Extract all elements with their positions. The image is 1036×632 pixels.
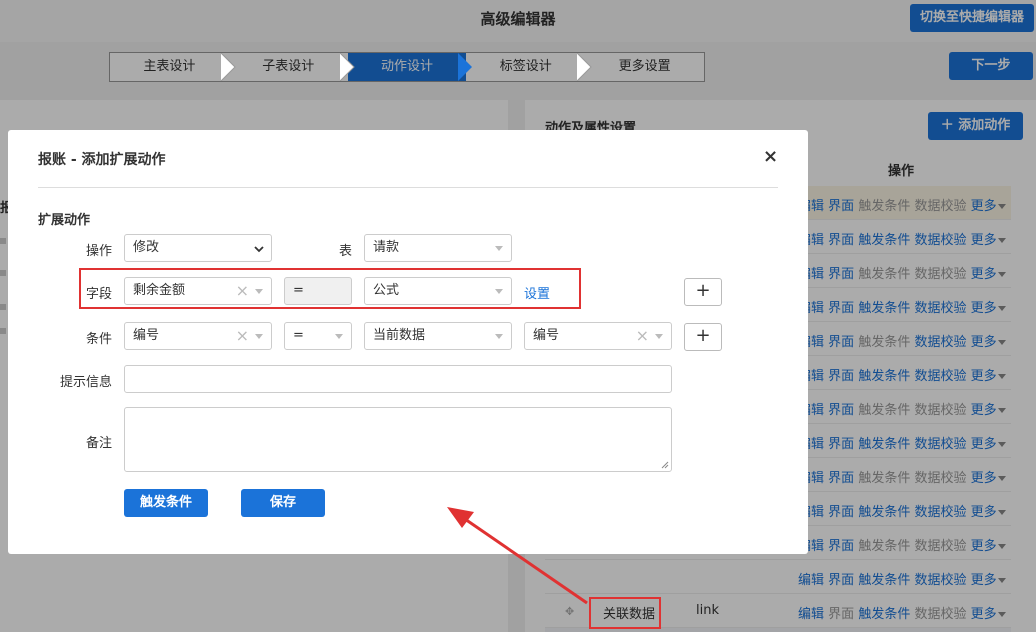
condition-target-select[interactable]: 编号 × xyxy=(524,322,672,350)
save-button[interactable]: 保存 xyxy=(241,489,325,517)
step-separator xyxy=(339,53,355,81)
clear-icon[interactable]: × xyxy=(236,323,249,349)
field-label: 字段 xyxy=(85,287,112,302)
op-label: 操作 xyxy=(85,244,112,259)
table-select-value: 请款 xyxy=(373,240,400,255)
resize-handle-icon[interactable] xyxy=(661,461,669,469)
divider xyxy=(38,187,778,188)
table-select[interactable]: 请款 xyxy=(364,234,512,262)
field-operator-value: = xyxy=(293,283,304,298)
condition-operator-value: = xyxy=(293,328,304,343)
step-separator xyxy=(458,53,473,81)
step-separator xyxy=(220,53,236,81)
condition-source-value: 当前数据 xyxy=(373,328,426,343)
remark-label: 备注 xyxy=(85,436,112,451)
section-title: 扩展动作 xyxy=(38,213,91,228)
caret-down-icon xyxy=(335,334,343,339)
condition-field-select[interactable]: 编号 × xyxy=(124,322,272,350)
caret-down-icon xyxy=(495,289,503,294)
tip-label: 提示信息 xyxy=(59,375,112,390)
condition-target-value: 编号 xyxy=(533,328,560,343)
caret-down-icon xyxy=(495,246,503,251)
add-field-button[interactable]: + xyxy=(684,278,722,306)
tip-input[interactable] xyxy=(124,365,672,393)
field-select[interactable]: 剩余金额 × xyxy=(124,277,272,305)
caret-down-icon xyxy=(255,289,263,294)
op-select-value: 修改 xyxy=(133,240,160,255)
condition-label: 条件 xyxy=(85,332,112,347)
caret-down-icon xyxy=(495,334,503,339)
formula-settings-link[interactable]: 设置 xyxy=(524,283,550,302)
step-separator xyxy=(577,53,592,81)
close-icon[interactable]: × xyxy=(763,146,778,167)
caret-down-icon xyxy=(655,334,663,339)
field-operator: = xyxy=(284,277,352,305)
dialog-title: 报账 - 添加扩展动作 xyxy=(38,152,166,168)
value-type-select[interactable]: 公式 xyxy=(364,277,512,305)
add-condition-button[interactable]: + xyxy=(684,323,722,351)
trigger-condition-button[interactable]: 触发条件 xyxy=(124,489,208,517)
value-type-value: 公式 xyxy=(373,283,400,298)
add-extension-action-dialog: 报账 - 添加扩展动作 × 扩展动作 操作 修改 表 请款 字段 剩余金额 × … xyxy=(8,130,808,554)
caret-down-icon xyxy=(255,334,263,339)
clear-icon[interactable]: × xyxy=(236,278,249,304)
table-label: 表 xyxy=(338,244,352,259)
condition-source-select[interactable]: 当前数据 xyxy=(364,322,512,350)
field-select-value: 剩余金额 xyxy=(133,283,186,298)
chevron-down-icon xyxy=(254,246,264,253)
remark-textarea[interactable] xyxy=(124,407,672,472)
annotation-highlight-row xyxy=(589,597,661,629)
condition-field-value: 编号 xyxy=(133,328,160,343)
op-select[interactable]: 修改 xyxy=(124,234,272,262)
clear-icon[interactable]: × xyxy=(636,323,649,349)
condition-operator-select[interactable]: = xyxy=(284,322,352,350)
